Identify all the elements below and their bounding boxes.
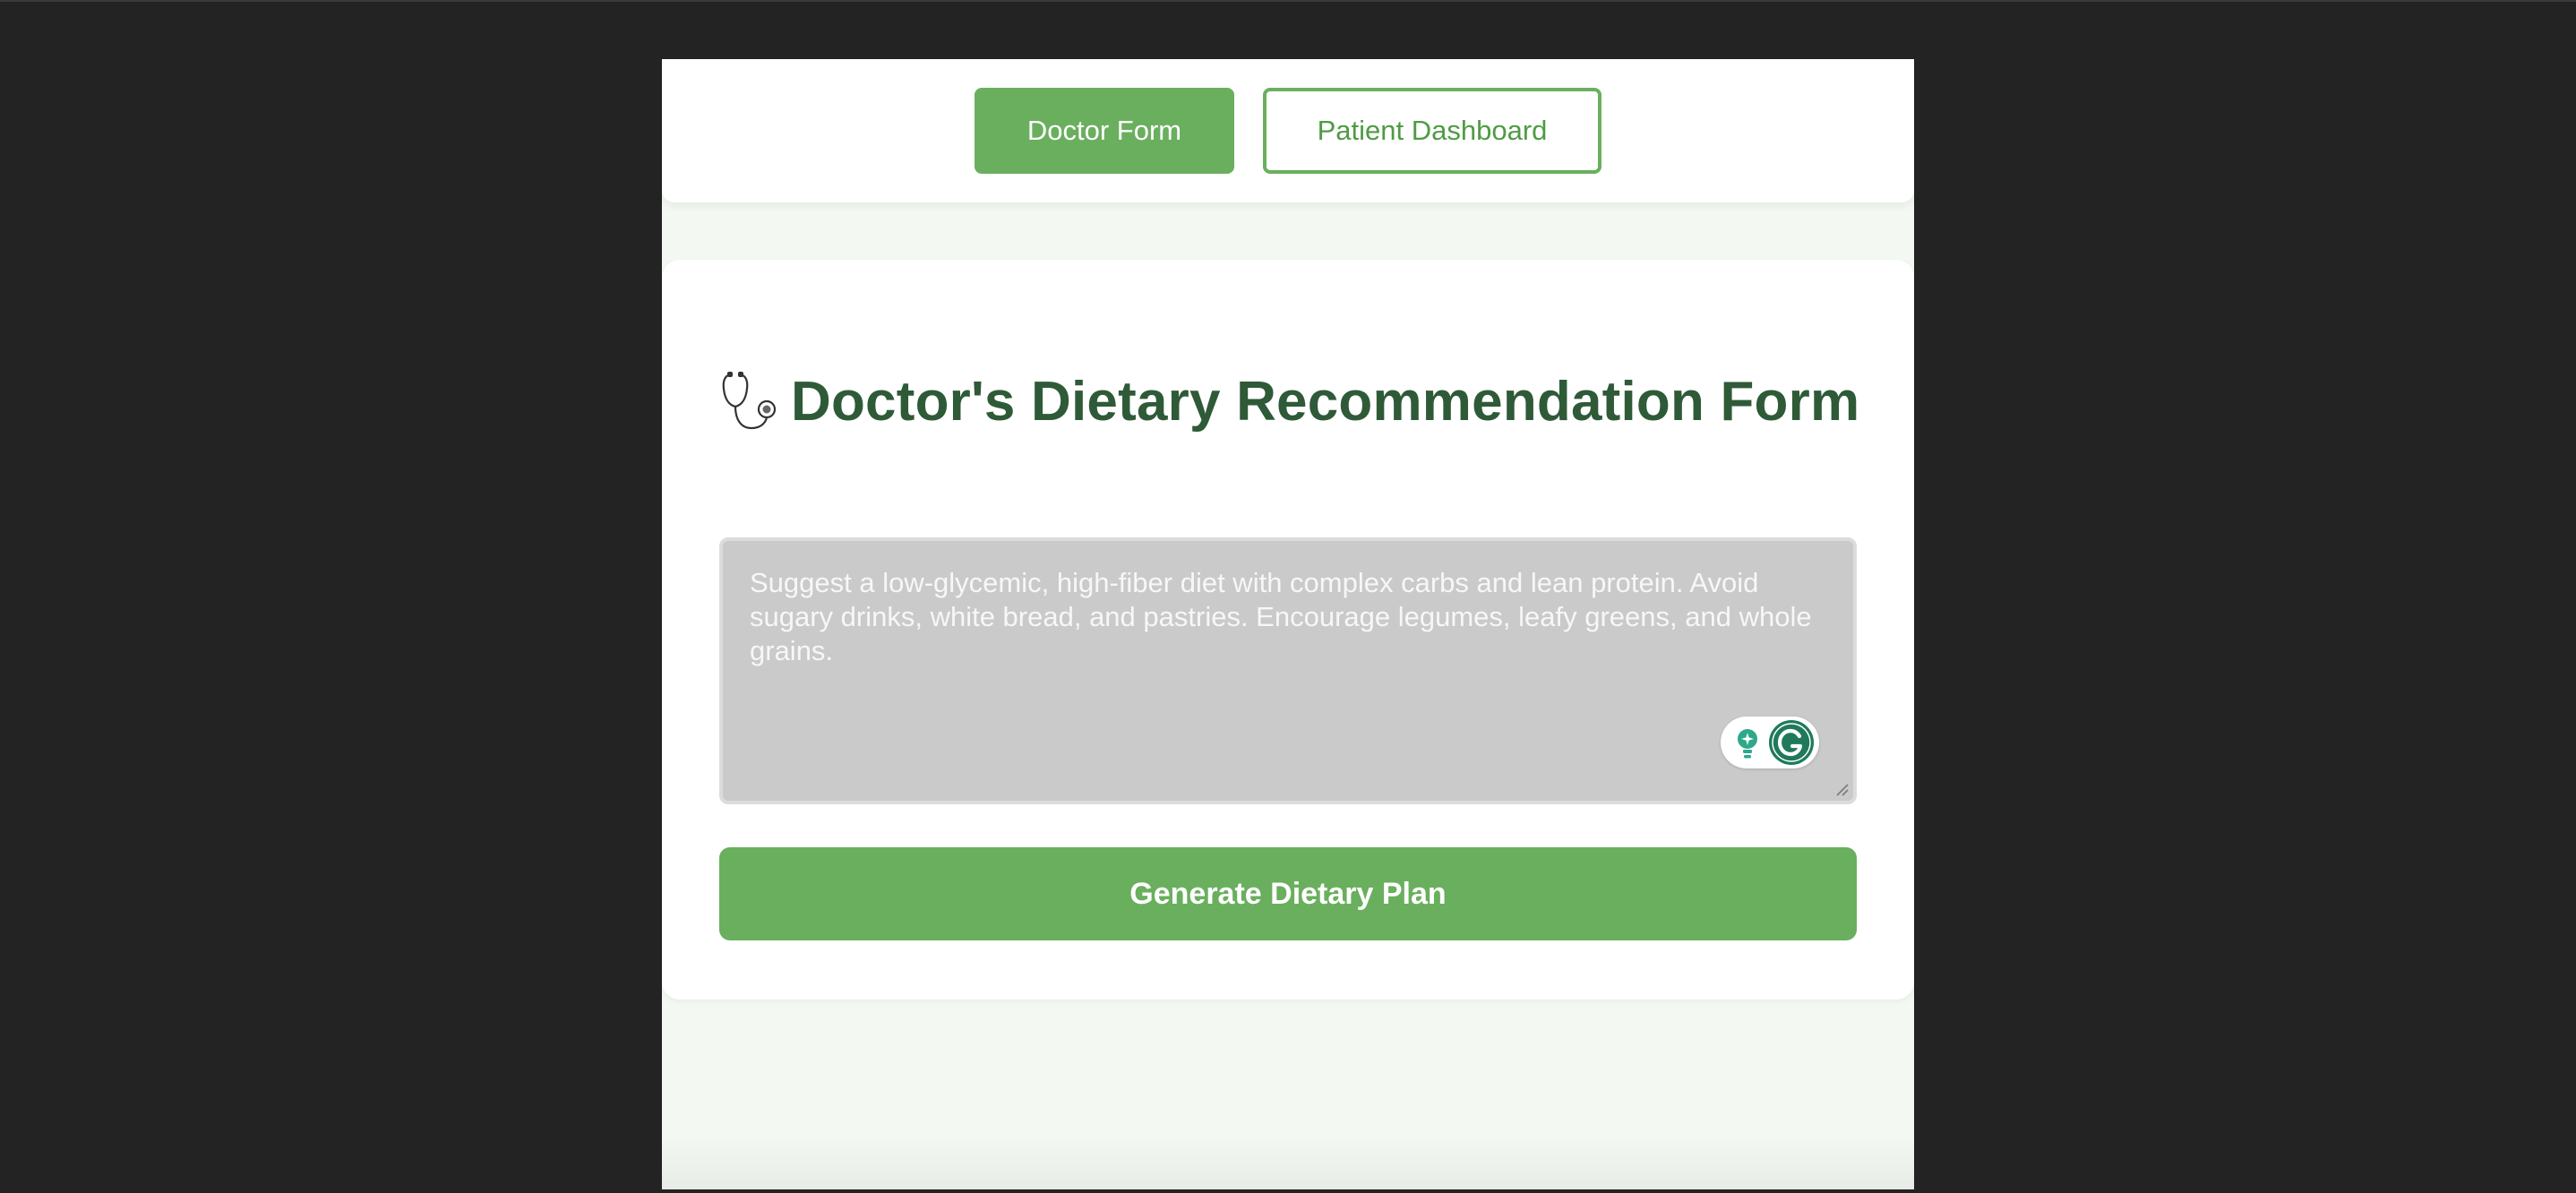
form-title: Doctor's Dietary Recommendation Form bbox=[791, 370, 1860, 433]
stethoscope-icon bbox=[722, 372, 777, 430]
doctor-form-tab[interactable]: Doctor Form bbox=[975, 88, 1234, 174]
bottom-fade bbox=[662, 1136, 1914, 1189]
form-header: Doctor's Dietary Recommendation Form bbox=[717, 356, 1859, 446]
patient-dashboard-tab[interactable]: Patient Dashboard bbox=[1263, 88, 1601, 174]
writing-assistant-widget[interactable] bbox=[1721, 717, 1819, 768]
dietary-form-card: Doctor's Dietary Recommendation Form Sug… bbox=[662, 260, 1914, 1000]
app-page: Doctor Form Patient Dashboard Doctor's D… bbox=[662, 59, 1914, 1189]
resize-handle[interactable] bbox=[1833, 781, 1850, 797]
grammarly-icon[interactable] bbox=[1767, 718, 1816, 767]
generate-dietary-plan-button[interactable]: Generate Dietary Plan bbox=[719, 847, 1857, 940]
top-navbar: Doctor Form Patient Dashboard bbox=[662, 59, 1914, 202]
window-top-edge bbox=[0, 0, 2576, 2]
lightbulb-icon[interactable] bbox=[1731, 725, 1764, 761]
recommendation-text[interactable]: Suggest a low-glycemic, high-fiber diet … bbox=[750, 566, 1821, 668]
recommendation-textarea[interactable]: Suggest a low-glycemic, high-fiber diet … bbox=[719, 537, 1857, 804]
